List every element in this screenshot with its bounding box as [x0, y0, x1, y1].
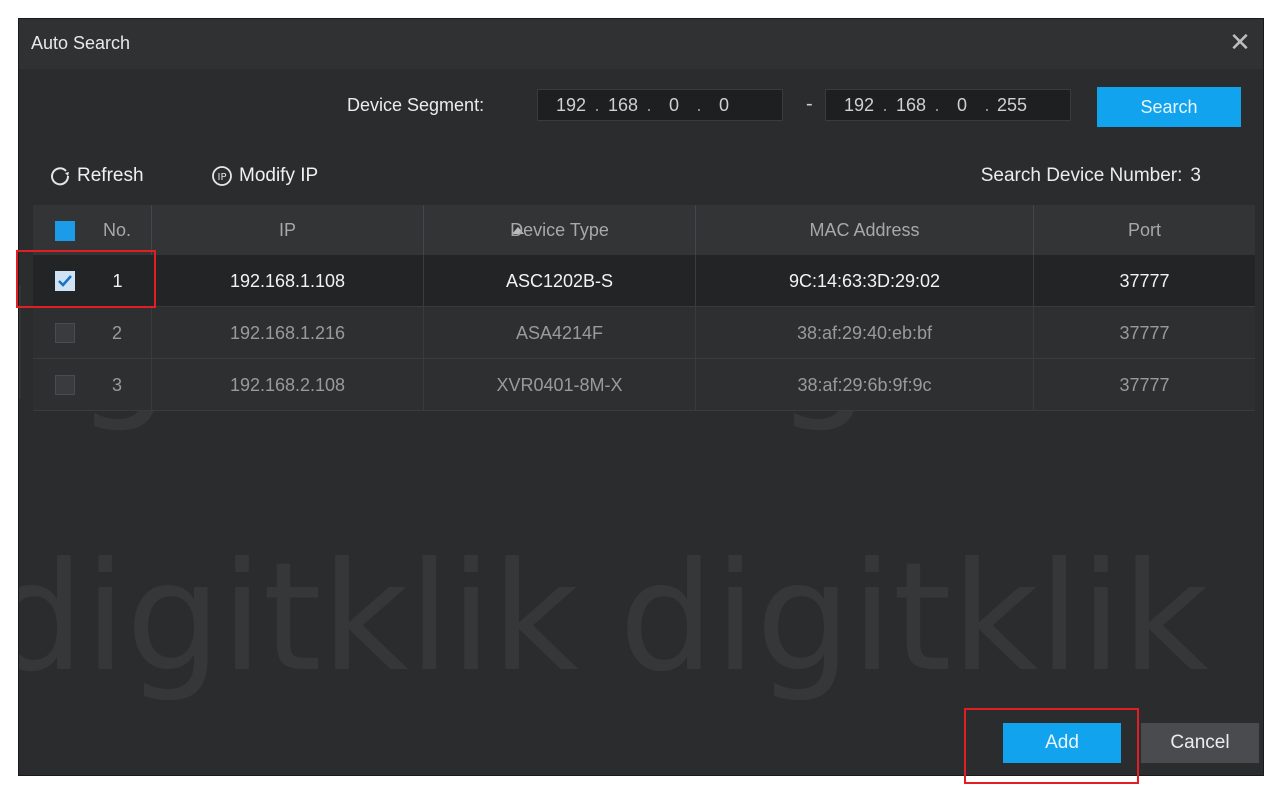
checkmark-icon: [58, 275, 72, 287]
cell-no: 3: [83, 359, 152, 411]
dialog-title: Auto Search: [31, 33, 131, 53]
column-no[interactable]: No.: [83, 205, 152, 255]
select-all-checkbox[interactable]: [55, 221, 75, 241]
ip-dot: .: [934, 94, 940, 115]
cell-no: 1: [112, 271, 123, 291]
ip-octet[interactable]: 168: [890, 95, 932, 116]
title-bar: Auto Search ✕: [19, 19, 1263, 69]
svg-text:IP: IP: [218, 172, 227, 183]
search-device-number-value: 3: [1190, 165, 1201, 186]
ip-dot: .: [984, 94, 990, 115]
column-ip-label: IP: [278, 220, 296, 240]
column-mac-address[interactable]: MAC Address: [696, 205, 1034, 255]
cell-no: 2: [83, 307, 152, 359]
ip-octet[interactable]: 168: [602, 95, 644, 116]
cell-port: 37777: [1119, 271, 1170, 291]
refresh-label: Refresh: [77, 165, 144, 186]
search-device-number-label: Search Device Number:: [980, 165, 1183, 186]
cell-device-type: ASA4214F: [424, 307, 696, 359]
ip-dot: .: [882, 94, 888, 115]
ip-octet[interactable]: 255: [992, 95, 1032, 116]
cell-mac: 38:af:29:6b:9f:9c: [696, 359, 1034, 411]
ip-dot: .: [646, 94, 652, 115]
ip-dot: .: [594, 94, 600, 115]
ip-octet[interactable]: 0: [654, 95, 694, 116]
ip-octet[interactable]: 0: [942, 95, 982, 116]
ip-octet[interactable]: 192: [838, 95, 880, 116]
auto-search-dialog: digitklik digitklik digitklik digitklik …: [18, 18, 1264, 776]
ip-dot: .: [696, 94, 702, 115]
cell-ip: 192.168.1.108: [152, 255, 424, 307]
table-row[interactable]: 1 192.168.1.108 ASC1202B-S 9C:14:63:3D:2…: [33, 255, 1255, 307]
device-table: No. IP Device Type MAC Address Port 1 19…: [33, 205, 1255, 411]
cell-ip: 192.168.2.108: [152, 359, 424, 411]
refresh-icon: [51, 167, 70, 186]
watermark-text: digitklik: [19, 531, 579, 705]
table-header: No. IP Device Type MAC Address Port: [33, 205, 1255, 256]
segment-start-input[interactable]: 192 . 168 . 0 . 0: [537, 89, 783, 121]
cell-mac: 9C:14:63:3D:29:02: [696, 255, 1034, 307]
modify-ip-label: Modify IP: [239, 165, 319, 186]
cancel-button[interactable]: Cancel: [1141, 723, 1259, 763]
column-port[interactable]: Port: [1034, 205, 1255, 255]
cell-ip: 192.168.1.216: [152, 307, 424, 359]
ip-icon: IP: [212, 166, 232, 186]
cell-device-type: ASC1202B-S: [424, 255, 696, 307]
table-row[interactable]: 2 192.168.1.216 ASA4214F 38:af:29:40:eb:…: [33, 307, 1255, 359]
row-checkbox[interactable]: [55, 375, 75, 395]
refresh-button[interactable]: Refresh: [49, 165, 144, 187]
modify-ip-button[interactable]: IP Modify IP: [211, 165, 318, 187]
device-segment-label: Device Segment:: [347, 95, 485, 115]
watermark-text: digitklik: [619, 531, 1209, 705]
row-checkbox[interactable]: [55, 271, 75, 291]
segment-end-input[interactable]: 192 . 168 . 0 . 255: [825, 89, 1071, 121]
cell-port: 37777: [1119, 375, 1170, 395]
table-row[interactable]: 3 192.168.2.108 XVR0401-8M-X 38:af:29:6b…: [33, 359, 1255, 411]
row-checkbox[interactable]: [55, 323, 75, 343]
segment-separator: -: [806, 93, 813, 115]
add-button[interactable]: Add: [1003, 723, 1121, 763]
search-device-number: Search Device Number: 3: [973, 165, 1201, 187]
ip-octet[interactable]: 0: [704, 95, 744, 116]
cell-port: 37777: [1119, 323, 1170, 343]
ip-octet[interactable]: 192: [550, 95, 592, 116]
close-icon[interactable]: ✕: [1227, 29, 1253, 55]
column-ip[interactable]: IP: [152, 205, 524, 255]
cell-mac: 38:af:29:40:eb:bf: [696, 307, 1034, 359]
cell-device-type: XVR0401-8M-X: [424, 359, 696, 411]
search-button[interactable]: Search: [1097, 87, 1241, 127]
column-device-type[interactable]: Device Type: [424, 205, 696, 255]
